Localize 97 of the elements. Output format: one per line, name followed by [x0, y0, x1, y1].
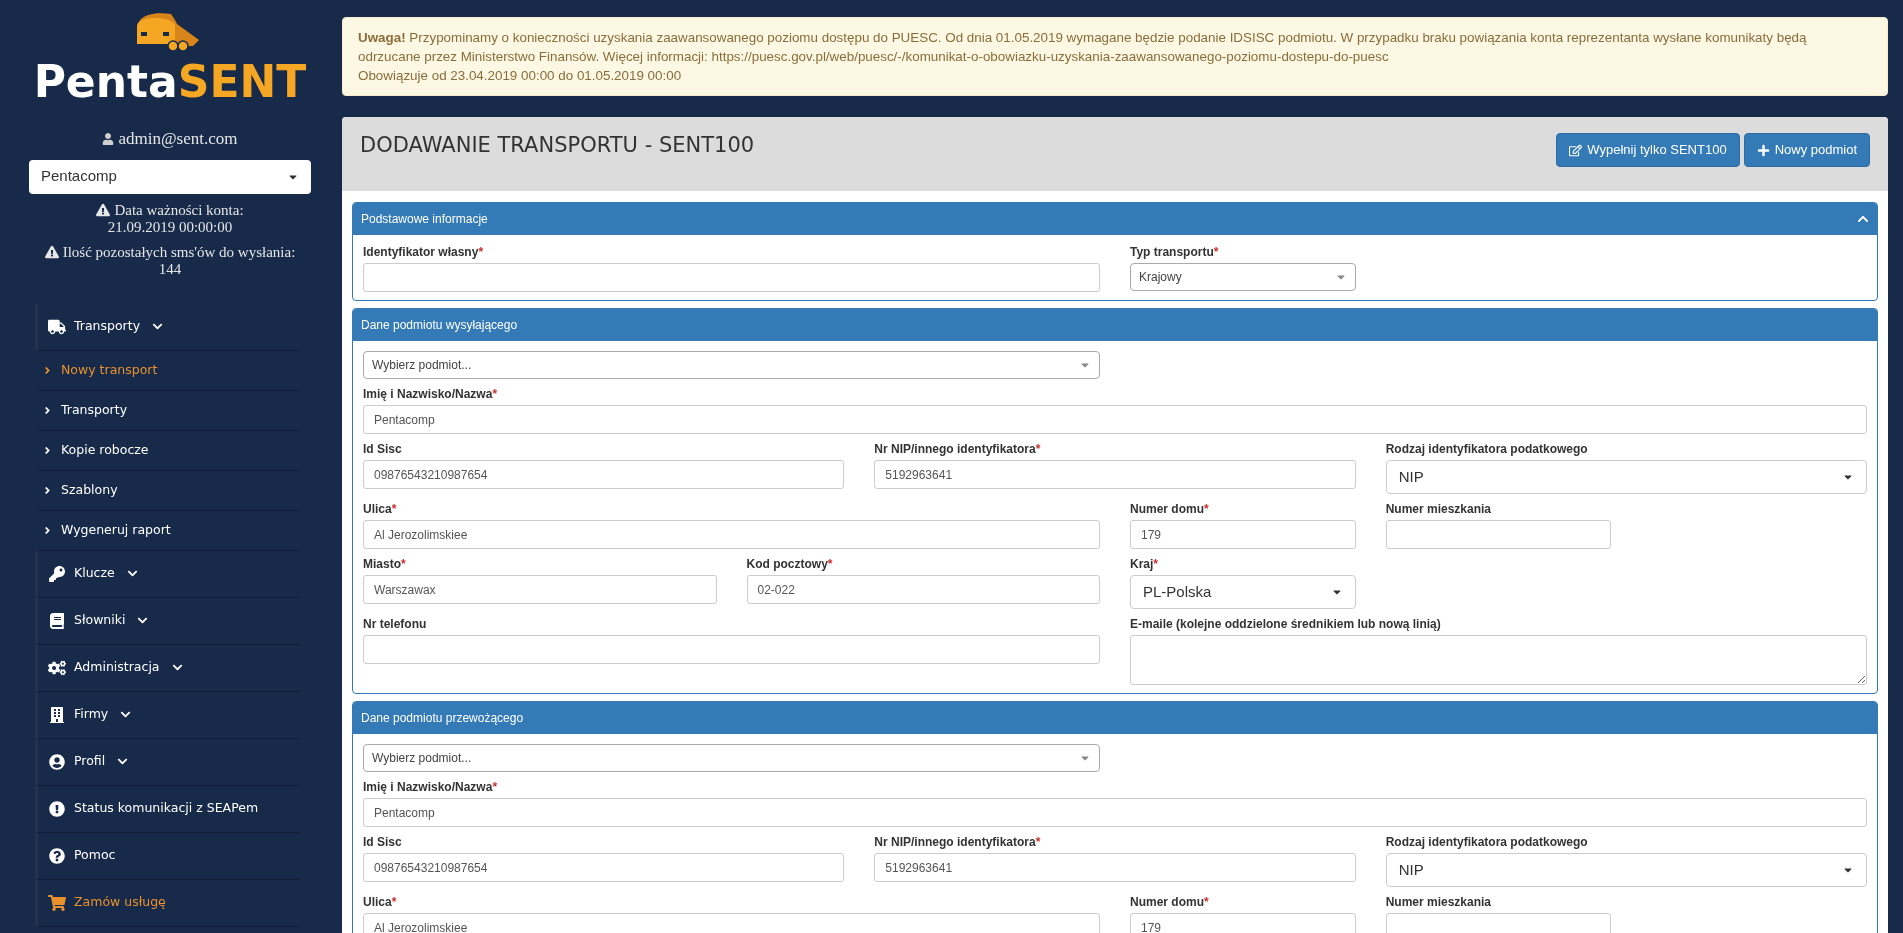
building-icon: [48, 706, 66, 723]
chevron-up-icon: [1857, 213, 1869, 225]
text-field[interactable]: 09876543210987654: [363, 460, 845, 489]
angle-right-icon: [42, 364, 53, 376]
chevron-down-icon: [117, 756, 129, 767]
angle-right-icon: [42, 444, 53, 456]
submenu-item[interactable]: Transporty: [37, 390, 300, 431]
field-label: Imię i Nazwisko/Nazwa*: [363, 387, 498, 401]
chevron-down-icon: [152, 321, 164, 332]
chevron-down-icon: [171, 662, 183, 673]
field-label: Numer mieszkania: [1385, 895, 1492, 909]
menu-item[interactable]: Pomoc: [35, 832, 300, 880]
warning-icon: [44, 245, 59, 259]
field-label: Imię i Nazwisko/Nazwa*: [363, 780, 498, 794]
notice-label: Data ważności konta:: [114, 201, 244, 219]
select-field[interactable]: NIP: [1385, 853, 1867, 887]
warning-icon: [96, 203, 111, 217]
user-icon: [102, 132, 115, 145]
new-entity-button[interactable]: Nowy podmiot: [1743, 133, 1870, 167]
field-label: E-maile (kolejne oddzielone średnikiem lub nową linią): [1130, 617, 1441, 631]
field-label: Miasto*: [363, 557, 406, 571]
select-field[interactable]: PL-Polska: [1130, 575, 1356, 609]
chevron-down-icon: [126, 568, 138, 579]
select-field[interactable]: Krajowy: [1130, 263, 1356, 291]
submenu-item[interactable]: Szablony: [37, 470, 300, 511]
company-select[interactable]: Pentacomp: [29, 159, 311, 194]
field-label: Identyfikator własny*: [363, 245, 484, 259]
panel-header[interactable]: Dane podmiotu przewożącego: [353, 702, 1877, 734]
text-field[interactable]: 179: [1130, 913, 1356, 933]
text-field[interactable]: [363, 635, 1100, 664]
text-field[interactable]: 02-022: [746, 575, 1100, 604]
field-label: Ulica*: [363, 502, 397, 516]
menu-item[interactable]: Status komunikacji z SEAPem: [35, 785, 300, 833]
menu-item[interactable]: Klucze: [35, 550, 300, 598]
field-label: Ulica*: [363, 895, 397, 909]
select-field[interactable]: Wybierz podmiot...: [363, 351, 1100, 379]
text-field[interactable]: Pentacomp: [363, 798, 1867, 827]
edit-icon: [1569, 143, 1583, 157]
alert-validity: Obowiązuje od 23.04.2019 00:00 do 01.05.2019 00:00: [358, 67, 683, 85]
text-area[interactable]: [1130, 635, 1867, 685]
field-label: Kod pocztowy*: [746, 557, 833, 571]
field-label: Nr NIP/innego identyfikatora*: [874, 835, 1041, 849]
text-field[interactable]: 09876543210987654: [363, 853, 845, 882]
submenu-item[interactable]: Wygeneruj raport: [37, 510, 300, 551]
field-label: Rodzaj identyfikatora podatkowego: [1385, 835, 1588, 849]
menu-item[interactable]: Transporty: [35, 303, 300, 351]
text-field[interactable]: Warszawax: [363, 575, 717, 604]
text-field[interactable]: Pentacomp: [363, 405, 1867, 434]
panel-header[interactable]: Dane podmiotu wysyłającego: [353, 309, 1877, 341]
text-field[interactable]: 5192963641: [874, 853, 1356, 882]
cart-icon: [48, 894, 66, 911]
field-label: Numer mieszkania: [1385, 502, 1492, 516]
gears-icon: [48, 659, 66, 676]
text-field[interactable]: Al Jerozolimskiee: [363, 520, 1100, 549]
submenu-item[interactable]: Nowy transport: [37, 350, 300, 391]
submenu-item[interactable]: Kopie robocze: [37, 430, 300, 471]
menu-item[interactable]: Profil: [35, 738, 300, 786]
field-label: Nr telefonu: [363, 617, 427, 631]
field-label: Numer domu*: [1130, 895, 1209, 909]
help-icon: [48, 847, 66, 864]
text-field[interactable]: [1385, 520, 1612, 549]
notice-value: 21.09.2019 00:00:00: [107, 218, 233, 236]
menu-item[interactable]: Administracja: [35, 644, 300, 692]
angle-right-icon: [42, 484, 53, 496]
panel-header[interactable]: Podstawowe informacje: [353, 203, 1877, 235]
angle-right-icon: [42, 404, 53, 416]
text-field[interactable]: 5192963641: [874, 460, 1356, 489]
text-field[interactable]: 179: [1130, 520, 1356, 549]
fill-sent100-button[interactable]: Wypełnij tylko SENT100: [1556, 133, 1740, 167]
truck-icon: [48, 318, 66, 335]
text-field[interactable]: Al Jerozolimskiee: [363, 913, 1100, 933]
field-label: Kraj*: [1130, 557, 1158, 571]
field-label: Id Sisc: [363, 442, 402, 456]
angle-right-icon: [42, 524, 53, 536]
menu-item[interactable]: Firmy: [35, 691, 300, 739]
field-label: Typ transportu*: [1130, 245, 1219, 259]
plus-icon: [1756, 143, 1770, 157]
text-field[interactable]: [363, 263, 1100, 292]
alert-message: Uwaga! Przypominamy o konieczności uzyskania zaawansowanego poziomu dostępu do PUESC. Od dnia 01.05.2019 wymagane będzie podanie IDSISC podmiotu. W przypadku braku powiązania konta reprezentanta wysłane komunikaty będą odrzucane przez Ministerstwo Finansów. Więcej informacji: https://puesc.gov.pl/web/puesc/-/komunikat-o-obowiazku-uzyskania-zaawansowanego-poziomu-dostepu-do-puesc: [358, 29, 1808, 66]
chevron-down-icon: [137, 615, 149, 626]
key-icon: [48, 565, 66, 582]
logo-wordmark: PentaSENT: [33, 56, 307, 108]
menu-item[interactable]: Słowniki: [35, 597, 300, 645]
book-icon: [48, 612, 66, 629]
menu-item[interactable]: Zamów usługę: [35, 879, 300, 927]
exclamation-icon: [48, 800, 66, 817]
select-field[interactable]: NIP: [1385, 460, 1867, 494]
select-field[interactable]: Wybierz podmiot...: [363, 744, 1100, 772]
chevron-down-icon: [120, 709, 132, 720]
field-label: Id Sisc: [363, 835, 402, 849]
notice-value: 144: [158, 260, 182, 278]
notice-label: Ilość pozostałych sms'ów do wysłania:: [62, 243, 296, 261]
field-label: Nr NIP/innego identyfikatora*: [874, 442, 1041, 456]
user-email: admin@sent.com: [118, 128, 238, 150]
field-label: Rodzaj identyfikatora podatkowego: [1385, 442, 1588, 456]
page-title: DODAWANIE TRANSPORTU - SENT100: [360, 132, 755, 159]
field-label: Numer domu*: [1130, 502, 1209, 516]
